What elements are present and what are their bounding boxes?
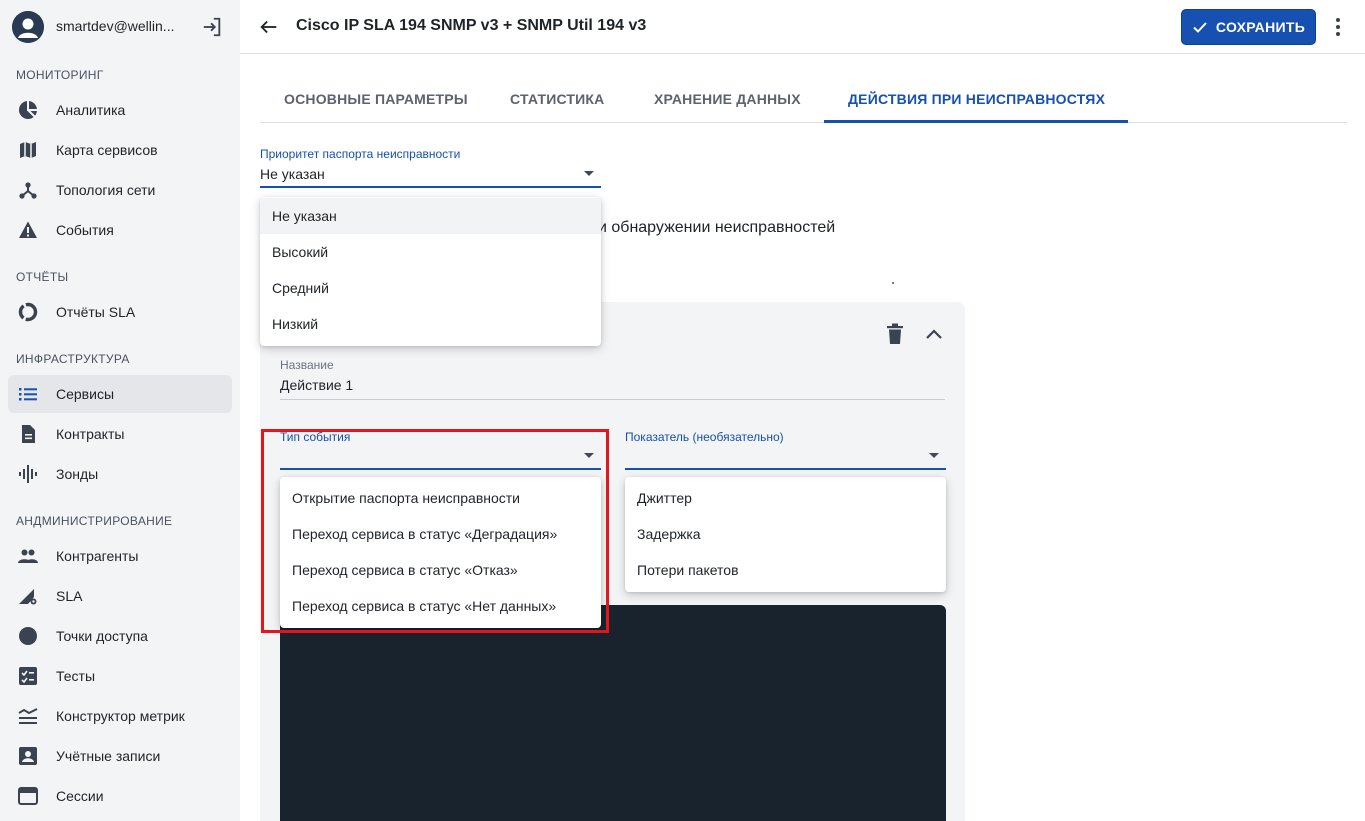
tab-statistics[interactable]: СТАТИСТИКА xyxy=(510,74,605,123)
checklist-icon xyxy=(18,666,38,686)
priority-underline xyxy=(260,186,601,188)
top-bar: Cisco IP SLA 194 SNMP v3 + SNMP Util 194… xyxy=(240,0,1365,54)
sidebar-item-label: Отчёты SLA xyxy=(56,304,136,320)
save-button[interactable]: СОХРАНИТЬ xyxy=(1181,9,1316,45)
tab-main-parameters[interactable]: ОСНОВНЫЕ ПАРАМЕТРЫ xyxy=(284,74,468,123)
sidebar-item-service-map[interactable]: Карта сервисов xyxy=(8,131,232,169)
event-type-menu: Открытие паспорта неисправности Переход … xyxy=(280,477,601,628)
document-icon xyxy=(18,424,38,444)
sidebar-item-events[interactable]: События xyxy=(8,211,232,249)
more-vert-icon[interactable] xyxy=(1328,15,1348,39)
sidebar-item-analytics[interactable]: Аналитика xyxy=(8,91,232,129)
topology-icon xyxy=(18,180,38,200)
chevron-up-icon[interactable] xyxy=(924,325,944,343)
sidebar-item-tests[interactable]: Тесты xyxy=(8,657,232,695)
avatar[interactable] xyxy=(12,11,44,43)
menu-item-event-degradation[interactable]: Переход сервиса в статус «Деградация» xyxy=(280,516,601,552)
menu-item-jitter[interactable]: Джиттер xyxy=(625,480,946,516)
user-row: smartdev@wellin... xyxy=(0,0,240,54)
account-icon xyxy=(18,746,38,766)
window-icon xyxy=(18,786,38,806)
pie-chart-icon xyxy=(18,100,38,120)
sidebar-item-label: Тесты xyxy=(56,668,96,684)
trash-icon[interactable] xyxy=(885,323,905,345)
menu-item-event-failure[interactable]: Переход сервиса в статус «Отказ» xyxy=(280,552,601,588)
people-icon xyxy=(18,546,38,566)
warning-icon xyxy=(18,220,38,240)
sidebar-item-label: Аналитика xyxy=(56,102,126,118)
section-administration: АНДМИНИСТРИРОВАНИЕ xyxy=(16,514,173,528)
check-icon xyxy=(1193,22,1207,33)
tab-indicator xyxy=(824,120,1128,123)
priority-menu: Не указан Высокий Средний Низкий xyxy=(260,197,601,346)
action-name-underline xyxy=(280,399,945,400)
logout-icon[interactable] xyxy=(201,16,223,38)
page-title: Cisco IP SLA 194 SNMP v3 + SNMP Util 194… xyxy=(296,17,647,34)
menu-item-medium[interactable]: Средний xyxy=(260,270,601,306)
sidebar-item-label: Контракты xyxy=(56,426,125,442)
sidebar-item-counterparties[interactable]: Контрагенты xyxy=(8,537,232,575)
sidebar-item-label: SLA xyxy=(56,588,83,604)
caret-down-icon[interactable] xyxy=(929,453,939,458)
action-name-input[interactable]: Действие 1 xyxy=(280,377,353,393)
sidebar-item-label: Зонды xyxy=(56,466,99,482)
sidebar-item-contracts[interactable]: Контракты xyxy=(8,415,232,453)
indicator-label: Показатель (необязательно) xyxy=(625,430,784,444)
map-icon xyxy=(18,140,38,160)
list-icon xyxy=(18,384,38,404)
caret-down-icon[interactable] xyxy=(584,171,594,176)
menu-item-high[interactable]: Высокий xyxy=(260,234,601,270)
signal-gear-icon xyxy=(18,586,38,606)
action-name-label: Название xyxy=(280,358,334,372)
donut-icon xyxy=(18,302,38,322)
menu-item-packet-loss[interactable]: Потери пакетов xyxy=(625,552,946,588)
section-reports: ОТЧЁТЫ xyxy=(16,270,69,284)
menu-item-low[interactable]: Низкий xyxy=(260,306,601,342)
event-type-select[interactable] xyxy=(280,468,601,470)
sidebar-item-label: Топология сети xyxy=(56,182,156,198)
caret-down-icon[interactable] xyxy=(584,453,594,458)
sidebar-item-access-points[interactable]: Точки доступа xyxy=(8,617,232,655)
sidebar-item-label: Контрагенты xyxy=(56,548,139,564)
priority-select[interactable]: Не указан xyxy=(260,166,325,182)
priority-label: Приоритет паспорта неисправности xyxy=(260,147,461,161)
code-editor[interactable] xyxy=(280,605,946,821)
section-heading: и обнаружении неисправностей xyxy=(598,219,836,236)
menu-item-not-specified[interactable]: Не указан xyxy=(260,198,601,234)
sidebar-item-probes[interactable]: Зонды xyxy=(8,455,232,493)
sidebar-item-label: Точки доступа xyxy=(56,628,148,644)
sidebar-item-label: События xyxy=(56,222,114,238)
sidebar: smartdev@wellin... МОНИТОРИНГ Аналитика … xyxy=(0,0,240,821)
indicator-menu: Джиттер Задержка Потери пакетов xyxy=(625,477,946,592)
tab-data-storage[interactable]: ХРАНЕНИЕ ДАННЫХ xyxy=(654,74,801,123)
menu-item-event-open-ticket[interactable]: Открытие паспорта неисправности xyxy=(280,480,601,516)
menu-item-event-no-data[interactable]: Переход сервиса в статус «Нет данных» xyxy=(280,588,601,624)
save-button-label: СОХРАНИТЬ xyxy=(1215,19,1306,35)
sidebar-item-accounts[interactable]: Учётные записи xyxy=(8,737,232,775)
sidebar-item-topology[interactable]: Топология сети xyxy=(8,171,232,209)
circle-icon xyxy=(18,626,38,646)
section-monitoring: МОНИТОРИНГ xyxy=(16,68,104,82)
section-infrastructure: ИНФРАСТРУКТУРА xyxy=(16,352,130,366)
event-type-label: Тип события xyxy=(280,430,351,444)
sidebar-item-sla-reports[interactable]: Отчёты SLA xyxy=(8,293,232,331)
sidebar-item-metrics-builder[interactable]: Конструктор метрик xyxy=(8,697,232,735)
user-email: smartdev@wellin... xyxy=(56,18,175,34)
sidebar-item-sessions[interactable]: Сессии xyxy=(8,777,232,815)
waveform-icon xyxy=(18,464,38,484)
tab-fault-actions[interactable]: ДЕЙСТВИЯ ПРИ НЕИСПРАВНОСТЯХ xyxy=(848,74,1105,123)
indicator-select[interactable] xyxy=(625,468,946,470)
menu-item-latency[interactable]: Задержка xyxy=(625,516,946,552)
sidebar-item-sla[interactable]: SLA xyxy=(8,577,232,615)
metrics-icon xyxy=(18,706,38,726)
sidebar-item-label: Сессии xyxy=(56,788,104,804)
sidebar-item-label: Конструктор метрик xyxy=(56,708,185,724)
tab-bar: ОСНОВНЫЕ ПАРАМЕТРЫ СТАТИСТИКА ХРАНЕНИЕ Д… xyxy=(260,74,1347,123)
sidebar-item-label: Сервисы xyxy=(56,386,115,402)
sidebar-item-label: Учётные записи xyxy=(56,748,161,764)
arrow-left-icon[interactable] xyxy=(258,16,280,38)
dot-mark xyxy=(892,282,894,284)
sidebar-item-label: Карта сервисов xyxy=(56,142,158,158)
sidebar-item-services[interactable]: Сервисы xyxy=(8,375,232,413)
